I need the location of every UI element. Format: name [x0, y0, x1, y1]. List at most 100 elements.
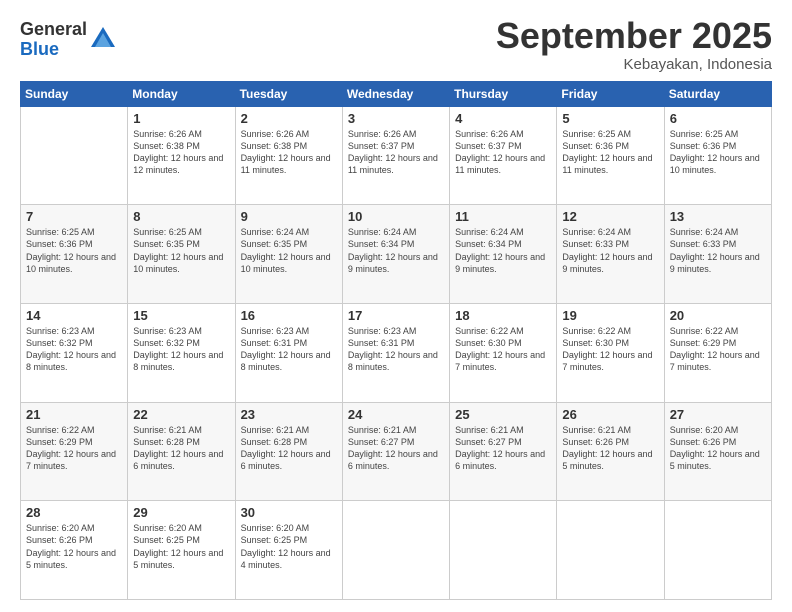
- calendar-cell: 20 Sunrise: 6:22 AM Sunset: 6:29 PM Dayli…: [664, 303, 771, 402]
- day-info: Sunrise: 6:26 AM Sunset: 6:37 PM Dayligh…: [348, 128, 444, 177]
- calendar-cell: 11Sunrise: 6:24 AM Sunset: 6:34 PM Dayli…: [450, 205, 557, 304]
- calendar-cell: 9Sunrise: 6:24 AM Sunset: 6:35 PM Daylig…: [235, 205, 342, 304]
- calendar-cell: [450, 501, 557, 600]
- day-number: 6: [670, 111, 766, 126]
- day-info: Sunrise: 6:24 AM Sunset: 6:34 PM Dayligh…: [455, 226, 551, 275]
- day-number: 5: [562, 111, 658, 126]
- calendar-cell: 15Sunrise: 6:23 AM Sunset: 6:32 PM Dayli…: [128, 303, 235, 402]
- col-thursday: Thursday: [450, 81, 557, 106]
- day-number: 25: [455, 407, 551, 422]
- calendar-cell: 19 Sunrise: 6:22 AM Sunset: 6:30 PM Dayli…: [557, 303, 664, 402]
- col-saturday: Saturday: [664, 81, 771, 106]
- day-number: 30: [241, 505, 337, 520]
- col-tuesday: Tuesday: [235, 81, 342, 106]
- day-info: Sunrise: 6:22 AM Sunset: 6:29 PM Dayligh…: [26, 424, 122, 473]
- day-info: Sunrise: 6:20 AM Sunset: 6:25 PM Dayligh…: [241, 522, 337, 571]
- day-number: 8: [133, 209, 229, 224]
- calendar-week-row: 1 Sunrise: 6:26 AM Sunset: 6:38 PM Daylig…: [21, 106, 772, 205]
- day-number: 1: [133, 111, 229, 126]
- col-friday: Friday: [557, 81, 664, 106]
- calendar-cell: 27Sunrise: 6:20 AM Sunset: 6:26 PM Dayli…: [664, 402, 771, 501]
- day-number: 24: [348, 407, 444, 422]
- day-info: Sunrise: 6:25 AM Sunset: 6:36 PM Dayligh…: [562, 128, 658, 177]
- calendar-page: General Blue September 2025 Kebayakan, I…: [0, 0, 792, 612]
- calendar-cell: 30 Sunrise: 6:20 AM Sunset: 6:25 PM Dayli…: [235, 501, 342, 600]
- col-sunday: Sunday: [21, 81, 128, 106]
- calendar-cell: [21, 106, 128, 205]
- day-info: Sunrise: 6:24 AM Sunset: 6:34 PM Dayligh…: [348, 226, 444, 275]
- day-info: Sunrise: 6:21 AM Sunset: 6:26 PM Dayligh…: [562, 424, 658, 473]
- calendar-cell: 13 Sunrise: 6:24 AM Sunset: 6:33 PM Dayli…: [664, 205, 771, 304]
- calendar-week-row: 14 Sunrise: 6:23 AM Sunset: 6:32 PM Dayli…: [21, 303, 772, 402]
- calendar-cell: 3 Sunrise: 6:26 AM Sunset: 6:37 PM Daylig…: [342, 106, 449, 205]
- calendar-cell: 28Sunrise: 6:20 AM Sunset: 6:26 PM Dayli…: [21, 501, 128, 600]
- day-number: 15: [133, 308, 229, 323]
- day-info: Sunrise: 6:21 AM Sunset: 6:27 PM Dayligh…: [348, 424, 444, 473]
- day-info: Sunrise: 6:26 AM Sunset: 6:38 PM Dayligh…: [241, 128, 337, 177]
- calendar-cell: 17 Sunrise: 6:23 AM Sunset: 6:31 PM Dayli…: [342, 303, 449, 402]
- day-info: Sunrise: 6:26 AM Sunset: 6:38 PM Dayligh…: [133, 128, 229, 177]
- location-subtitle: Kebayakan, Indonesia: [496, 56, 772, 73]
- calendar-cell: 23 Sunrise: 6:21 AM Sunset: 6:28 PM Dayli…: [235, 402, 342, 501]
- day-number: 22: [133, 407, 229, 422]
- calendar-cell: 4 Sunrise: 6:26 AM Sunset: 6:37 PM Daylig…: [450, 106, 557, 205]
- day-info: Sunrise: 6:20 AM Sunset: 6:25 PM Dayligh…: [133, 522, 229, 571]
- calendar-cell: 26Sunrise: 6:21 AM Sunset: 6:26 PM Dayli…: [557, 402, 664, 501]
- calendar-cell: 6Sunrise: 6:25 AM Sunset: 6:36 PM Daylig…: [664, 106, 771, 205]
- calendar-cell: 12 Sunrise: 6:24 AM Sunset: 6:33 PM Dayli…: [557, 205, 664, 304]
- day-info: Sunrise: 6:23 AM Sunset: 6:32 PM Dayligh…: [26, 325, 122, 374]
- day-number: 7: [26, 209, 122, 224]
- day-number: 21: [26, 407, 122, 422]
- calendar-cell: 5 Sunrise: 6:25 AM Sunset: 6:36 PM Daylig…: [557, 106, 664, 205]
- calendar-cell: [342, 501, 449, 600]
- day-number: 23: [241, 407, 337, 422]
- day-info: Sunrise: 6:25 AM Sunset: 6:36 PM Dayligh…: [26, 226, 122, 275]
- calendar-week-row: 28Sunrise: 6:20 AM Sunset: 6:26 PM Dayli…: [21, 501, 772, 600]
- col-monday: Monday: [128, 81, 235, 106]
- day-info: Sunrise: 6:26 AM Sunset: 6:37 PM Dayligh…: [455, 128, 551, 177]
- day-number: 13: [670, 209, 766, 224]
- day-number: 12: [562, 209, 658, 224]
- day-number: 14: [26, 308, 122, 323]
- day-number: 16: [241, 308, 337, 323]
- calendar-header-row: Sunday Monday Tuesday Wednesday Thursday…: [21, 81, 772, 106]
- calendar-cell: 7 Sunrise: 6:25 AM Sunset: 6:36 PM Daylig…: [21, 205, 128, 304]
- calendar-cell: 8Sunrise: 6:25 AM Sunset: 6:35 PM Daylig…: [128, 205, 235, 304]
- day-number: 4: [455, 111, 551, 126]
- day-info: Sunrise: 6:23 AM Sunset: 6:31 PM Dayligh…: [348, 325, 444, 374]
- day-info: Sunrise: 6:24 AM Sunset: 6:33 PM Dayligh…: [562, 226, 658, 275]
- day-number: 2: [241, 111, 337, 126]
- day-info: Sunrise: 6:24 AM Sunset: 6:33 PM Dayligh…: [670, 226, 766, 275]
- day-info: Sunrise: 6:24 AM Sunset: 6:35 PM Dayligh…: [241, 226, 337, 275]
- calendar-table: Sunday Monday Tuesday Wednesday Thursday…: [20, 81, 772, 600]
- calendar-cell: 22 Sunrise: 6:21 AM Sunset: 6:28 PM Dayli…: [128, 402, 235, 501]
- day-info: Sunrise: 6:21 AM Sunset: 6:28 PM Dayligh…: [241, 424, 337, 473]
- calendar-cell: 18Sunrise: 6:22 AM Sunset: 6:30 PM Dayli…: [450, 303, 557, 402]
- logo-general: General: [20, 20, 87, 40]
- day-number: 3: [348, 111, 444, 126]
- month-title: September 2025: [496, 16, 772, 56]
- calendar-week-row: 7 Sunrise: 6:25 AM Sunset: 6:36 PM Daylig…: [21, 205, 772, 304]
- day-info: Sunrise: 6:21 AM Sunset: 6:27 PM Dayligh…: [455, 424, 551, 473]
- header: General Blue September 2025 Kebayakan, I…: [20, 16, 772, 73]
- calendar-cell: 2 Sunrise: 6:26 AM Sunset: 6:38 PM Daylig…: [235, 106, 342, 205]
- day-info: Sunrise: 6:22 AM Sunset: 6:30 PM Dayligh…: [562, 325, 658, 374]
- logo-icon: [89, 25, 117, 53]
- day-number: 19: [562, 308, 658, 323]
- day-info: Sunrise: 6:21 AM Sunset: 6:28 PM Dayligh…: [133, 424, 229, 473]
- day-number: 29: [133, 505, 229, 520]
- calendar-week-row: 21 Sunrise: 6:22 AM Sunset: 6:29 PM Dayli…: [21, 402, 772, 501]
- calendar-cell: 29 Sunrise: 6:20 AM Sunset: 6:25 PM Dayli…: [128, 501, 235, 600]
- logo-blue: Blue: [20, 40, 87, 60]
- day-number: 18: [455, 308, 551, 323]
- day-info: Sunrise: 6:20 AM Sunset: 6:26 PM Dayligh…: [670, 424, 766, 473]
- calendar-cell: [664, 501, 771, 600]
- calendar-cell: 10Sunrise: 6:24 AM Sunset: 6:34 PM Dayli…: [342, 205, 449, 304]
- col-wednesday: Wednesday: [342, 81, 449, 106]
- day-number: 17: [348, 308, 444, 323]
- title-section: September 2025 Kebayakan, Indonesia: [496, 16, 772, 73]
- day-number: 20: [670, 308, 766, 323]
- day-info: Sunrise: 6:22 AM Sunset: 6:29 PM Dayligh…: [670, 325, 766, 374]
- calendar-cell: 24 Sunrise: 6:21 AM Sunset: 6:27 PM Dayli…: [342, 402, 449, 501]
- calendar-cell: 1 Sunrise: 6:26 AM Sunset: 6:38 PM Daylig…: [128, 106, 235, 205]
